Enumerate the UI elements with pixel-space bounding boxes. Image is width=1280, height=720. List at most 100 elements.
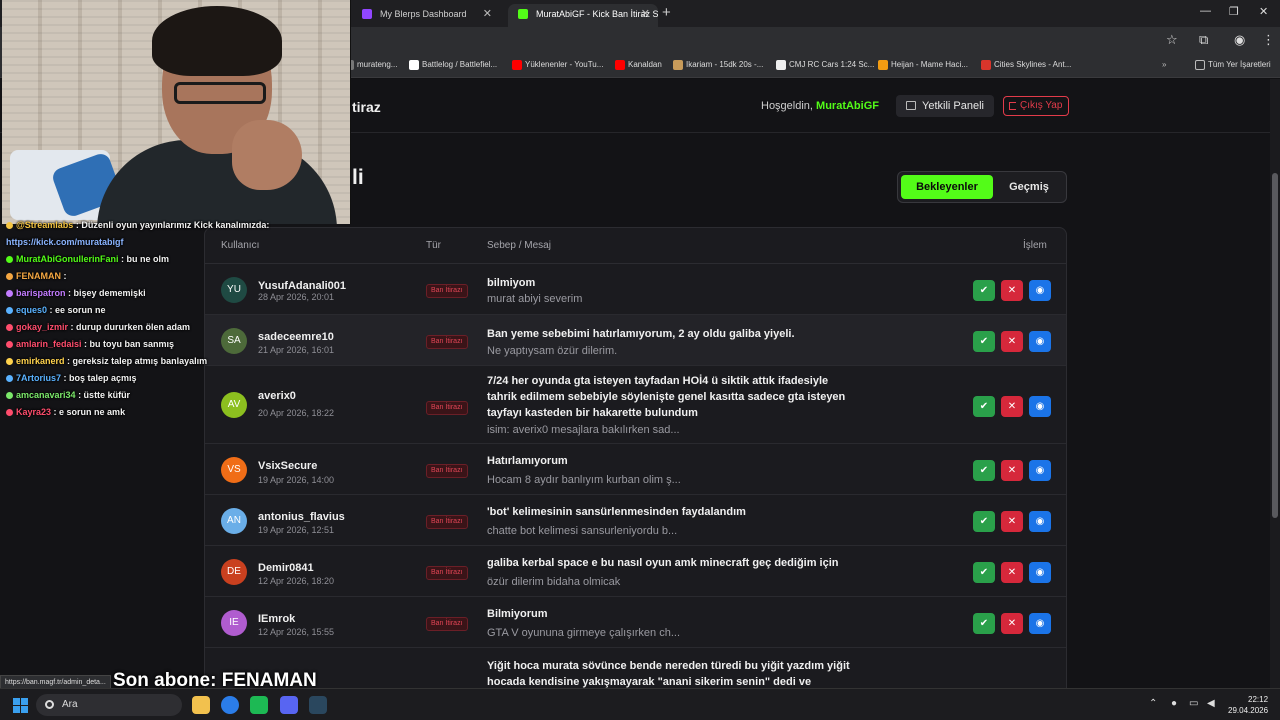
chat-badge-icon bbox=[6, 409, 13, 416]
chat-text: : boş talep açmış bbox=[63, 373, 137, 383]
eye-icon: ◉ bbox=[1035, 401, 1045, 412]
restore-icon[interactable]: ❐ bbox=[1229, 5, 1239, 18]
reject-button[interactable]: ✕ bbox=[1001, 613, 1023, 634]
bookmark-item[interactable]: CMJ RC Cars 1:24 Sc... bbox=[776, 60, 874, 70]
row-reason: Ban yeme sebebimi hatırlamıyorum, 2 ay o… bbox=[487, 328, 795, 340]
view-button[interactable]: ◉ bbox=[1029, 396, 1051, 417]
approve-button[interactable]: ✔ bbox=[973, 511, 995, 532]
close-tab-icon[interactable]: ✕ bbox=[483, 4, 492, 24]
approve-button[interactable]: ✔ bbox=[973, 396, 995, 417]
close-tab-icon[interactable]: ✕ bbox=[641, 4, 650, 24]
app-icon[interactable] bbox=[250, 696, 268, 714]
row-reason: 7/24 her oyunda gta isteyen tayfadan HOİ… bbox=[487, 375, 846, 419]
microphone-icon[interactable]: ● bbox=[1171, 698, 1177, 709]
chrome-icon[interactable] bbox=[221, 696, 239, 714]
bookmark-item[interactable]: Battlelog / Battlefiel... bbox=[409, 60, 497, 70]
chat-text: : bu toyu ban sanmış bbox=[84, 339, 175, 349]
chat-badge-icon bbox=[6, 222, 13, 229]
chat-badge-icon bbox=[6, 341, 13, 348]
chat-text: : Düzenli oyun yayınlarımız Kick kanalım… bbox=[75, 220, 270, 230]
row-message: isim: averix0 mesajlara bakılırken sad..… bbox=[487, 424, 680, 436]
steam-icon[interactable] bbox=[309, 696, 327, 714]
bookmark-item[interactable]: Kanaldan bbox=[615, 60, 662, 70]
chat-text: : bişey dememişki bbox=[68, 288, 146, 298]
taskbar-clock[interactable]: 22:12 29.04.2026 bbox=[1228, 694, 1268, 716]
column-actions: İşlem bbox=[1023, 240, 1047, 251]
network-icon[interactable]: ▭ bbox=[1189, 698, 1198, 709]
bookmark-star-icon[interactable]: ☆ bbox=[1166, 32, 1178, 48]
bookmark-item[interactable]: Yüklenenler - YouTu... bbox=[512, 60, 603, 70]
tray-chevron-icon[interactable]: ⌃ bbox=[1149, 698, 1157, 709]
filter-history-button[interactable]: Geçmiş bbox=[995, 175, 1063, 199]
chat-message: https://kick.com/muratabigf bbox=[6, 237, 351, 254]
bookmarks-overflow-icon[interactable]: » bbox=[1162, 60, 1166, 69]
reject-button[interactable]: ✕ bbox=[1001, 562, 1023, 583]
minimize-icon[interactable]: — bbox=[1200, 5, 1211, 17]
approve-button[interactable]: ✔ bbox=[973, 460, 995, 481]
type-badge: Ban İtirazı bbox=[426, 335, 468, 349]
bookmark-item[interactable]: Cities Skylines - Ant... bbox=[981, 60, 1071, 70]
scrollbar-thumb[interactable] bbox=[1272, 173, 1278, 518]
chat-message: amcanavari34 : üstte küfür bbox=[6, 390, 351, 407]
section-title: li bbox=[352, 166, 364, 189]
table-row: IE IEmrok 12 Apr 2026, 15:55 Ban İtirazı Bil… bbox=[205, 597, 1066, 648]
reject-button[interactable]: ✕ bbox=[1001, 460, 1023, 481]
view-button[interactable]: ◉ bbox=[1029, 280, 1051, 301]
new-tab-icon[interactable]: + bbox=[662, 4, 671, 21]
close-icon: ✕ bbox=[1007, 567, 1017, 578]
view-button[interactable]: ◉ bbox=[1029, 331, 1051, 352]
approve-button[interactable]: ✔ bbox=[973, 331, 995, 352]
reject-button[interactable]: ✕ bbox=[1001, 511, 1023, 532]
type-badge: Ban İtirazı bbox=[426, 515, 468, 529]
menu-kebab-icon[interactable]: ⋮ bbox=[1262, 32, 1275, 48]
approve-button[interactable]: ✔ bbox=[973, 613, 995, 634]
status-filter: Bekleyenler Geçmiş bbox=[897, 171, 1067, 203]
logout-button[interactable]: Çıkış Yap bbox=[1003, 96, 1070, 116]
webcam-overlay bbox=[2, 0, 351, 224]
file-explorer-icon[interactable] bbox=[192, 696, 210, 714]
admin-panel-button[interactable]: Yetkili Paneli bbox=[896, 95, 994, 117]
chat-message: emirkanerd : gereksiz talep atmış banlay… bbox=[6, 356, 351, 373]
view-button[interactable]: ◉ bbox=[1029, 562, 1051, 583]
bookmark-item[interactable]: Ikariam - 15dk 20s -... bbox=[673, 60, 763, 70]
reject-button[interactable]: ✕ bbox=[1001, 331, 1023, 352]
profile-icon[interactable]: ◉ bbox=[1234, 32, 1245, 48]
tab-kick-ban-itiraz[interactable]: MuratAbiGF - Kick Ban İtiraz Sis ✕ bbox=[508, 4, 658, 27]
chat-username: FENAMAN bbox=[16, 271, 61, 281]
chat-username: gokay_izmir bbox=[16, 322, 69, 332]
eye-icon: ◉ bbox=[1035, 465, 1045, 476]
view-button[interactable]: ◉ bbox=[1029, 460, 1051, 481]
check-icon: ✔ bbox=[979, 516, 989, 527]
all-bookmarks-folder[interactable]: Tüm Yer İşaretleri bbox=[1195, 60, 1271, 70]
view-button[interactable]: ◉ bbox=[1029, 613, 1051, 634]
reject-button[interactable]: ✕ bbox=[1001, 280, 1023, 301]
extensions-icon[interactable]: ⧉ bbox=[1199, 32, 1208, 48]
close-window-icon[interactable]: ✕ bbox=[1259, 5, 1268, 18]
row-date: 19 Apr 2026, 14:00 bbox=[258, 475, 335, 485]
approve-button[interactable]: ✔ bbox=[973, 562, 995, 583]
page-scrollbar[interactable] bbox=[1270, 79, 1280, 688]
bookmark-item[interactable]: Heijan - Mame Haci... bbox=[878, 60, 968, 70]
chat-message: Kayra23 : e sorun ne amk bbox=[6, 407, 351, 424]
reject-button[interactable]: ✕ bbox=[1001, 396, 1023, 417]
chat-message: FENAMAN : bbox=[6, 271, 351, 288]
table-row: AN antonius_flavius 19 Apr 2026, 12:51 Ban … bbox=[205, 495, 1066, 546]
avatar: VS bbox=[221, 456, 247, 483]
bookmark-item[interactable]: murateng... bbox=[344, 60, 397, 70]
view-button[interactable]: ◉ bbox=[1029, 511, 1051, 532]
filter-pending-button[interactable]: Bekleyenler bbox=[901, 175, 993, 199]
stream-chat-overlay: @Streamlabs : Düzenli oyun yayınlarımız … bbox=[6, 220, 351, 424]
windows-start-icon[interactable] bbox=[13, 698, 29, 714]
approve-button[interactable]: ✔ bbox=[973, 280, 995, 301]
bookmark-favicon-icon bbox=[673, 60, 683, 70]
taskbar-search[interactable]: Ara bbox=[36, 694, 182, 716]
tab-blerps-dashboard[interactable]: My Blerps Dashboard ✕ bbox=[352, 4, 500, 27]
chat-badge-icon bbox=[6, 273, 13, 280]
volume-icon[interactable]: ◀ bbox=[1207, 698, 1215, 709]
chat-text: : ee sorun ne bbox=[49, 305, 106, 315]
chat-username: eques0 bbox=[16, 305, 48, 315]
chat-username: @Streamlabs bbox=[16, 220, 74, 230]
discord-icon[interactable] bbox=[280, 696, 298, 714]
chat-text: https://kick.com/muratabigf bbox=[6, 237, 124, 247]
check-icon: ✔ bbox=[979, 401, 989, 412]
